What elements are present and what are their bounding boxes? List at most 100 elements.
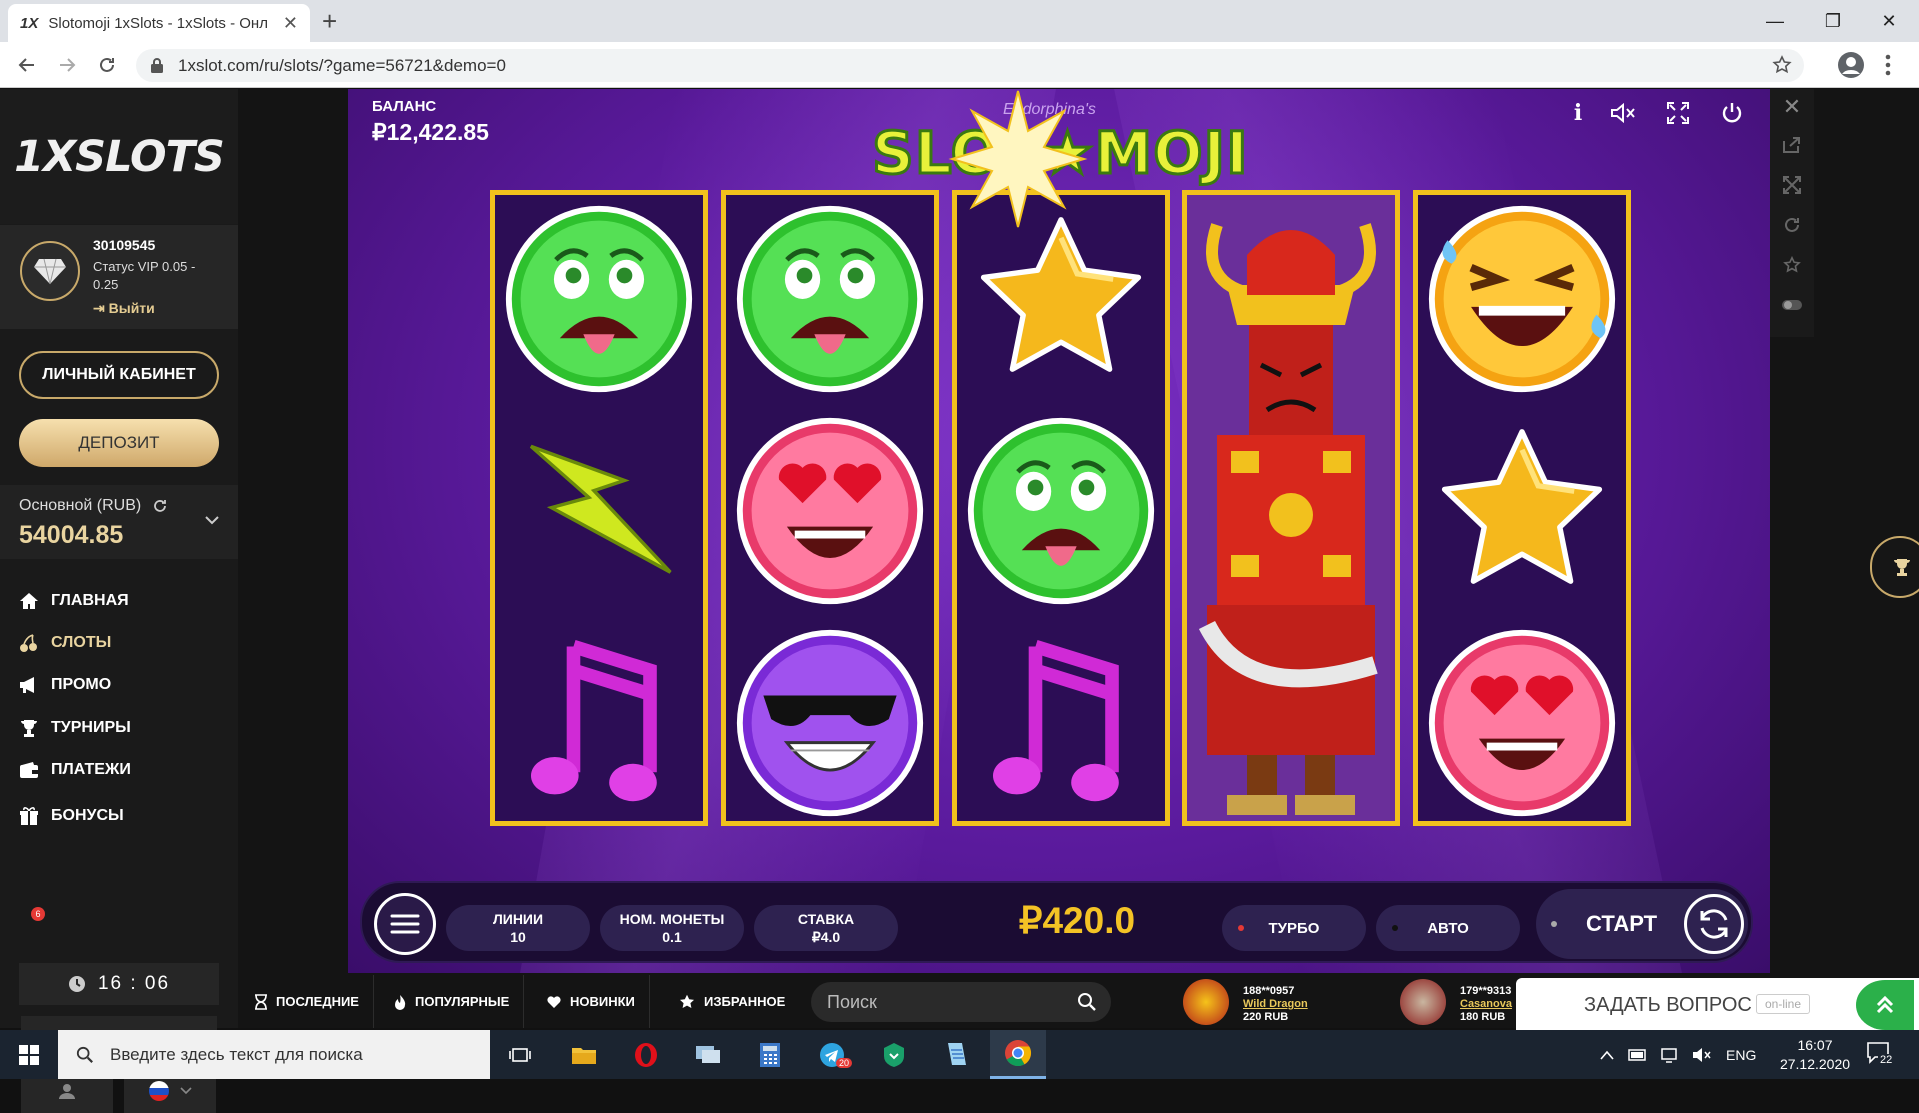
fullscreen-button[interactable] — [1662, 97, 1694, 129]
back-button[interactable] — [12, 50, 42, 80]
tournament-tab[interactable] — [1870, 536, 1919, 598]
telegram-app[interactable]: 20 — [804, 1030, 860, 1079]
system-tray: ENG — [1600, 1030, 1756, 1079]
nav-slots[interactable]: СЛОТЫ — [19, 631, 111, 655]
close-game-button[interactable]: ✕ — [1770, 89, 1814, 125]
taskbar-clock[interactable]: 16:07 27.12.2020 — [1775, 1036, 1855, 1074]
user-panel: 30109545 Статус VIP 0.05 - 0.25 ⇥ Выйти — [0, 225, 238, 329]
nav-home[interactable]: ГЛАВНАЯ — [19, 589, 129, 613]
close-window-button[interactable]: ✕ — [1866, 6, 1912, 36]
green-app[interactable] — [866, 1030, 922, 1079]
vip-status: Статус VIP 0.05 - 0.25 — [93, 259, 196, 292]
battery-icon[interactable] — [1628, 1048, 1648, 1061]
taskbar-search[interactable]: Введите здесь текст для поиска — [58, 1030, 490, 1079]
game-search[interactable] — [811, 982, 1111, 1022]
browser-tab[interactable]: 1X Slotomoji 1xSlots - 1xSlots - Онл ✕ — [8, 4, 310, 42]
address-bar[interactable]: 1xslot.com/ru/slots/?game=56721&demo=0 — [136, 49, 1804, 82]
restore-window-button[interactable]: ❐ — [1810, 6, 1856, 36]
recent-winner[interactable]: 188**0957 Wild Dragon 220 RUB — [1183, 979, 1353, 1025]
auto-toggle[interactable]: АВТО — [1376, 905, 1520, 951]
ask-question-label: ЗАДАТЬ ВОПРОС — [1584, 994, 1752, 1016]
tab-favorites[interactable]: ИЗБРАННОЕ — [662, 975, 799, 1028]
nav-bonuses[interactable]: БОНУСЫ — [19, 804, 124, 828]
browser-menu-icon[interactable] — [1885, 54, 1891, 76]
recent-winner[interactable]: 179**9313 Casanova 180 RUB — [1400, 979, 1520, 1025]
task-view-button[interactable] — [492, 1030, 548, 1079]
trophy-icon — [21, 720, 37, 737]
slot-game-canvas[interactable]: БАЛАНС ₽12,422.85 Endorphina's SLOT★MOJI… — [348, 89, 1770, 973]
telegram-badge: 20 — [836, 1058, 853, 1068]
info-icon: i — [1573, 100, 1583, 126]
close-tab-icon[interactable]: ✕ — [283, 13, 298, 34]
account-balance: 54004.85 — [19, 521, 124, 549]
new-tab-button[interactable]: + — [322, 8, 337, 34]
clock-icon — [68, 976, 85, 992]
shield-app-icon — [884, 1042, 904, 1067]
windows-start-button[interactable] — [0, 1030, 58, 1079]
calculator-app[interactable] — [742, 1030, 798, 1079]
music-note-icon — [957, 619, 1165, 821]
start-spin-button[interactable]: СТАРТ — [1536, 889, 1748, 959]
tab-title: Slotomoji 1xSlots - 1xSlots - Онл — [48, 14, 268, 32]
ask-question-widget[interactable]: ЗАДАТЬ ВОПРОС on-line — [1516, 978, 1919, 1032]
reel-2 — [721, 190, 939, 826]
minimize-window-button[interactable]: — — [1752, 6, 1798, 36]
lightning-icon — [495, 407, 703, 615]
search-icon[interactable] — [1077, 992, 1097, 1012]
casanova-thumbnail — [1400, 979, 1446, 1025]
tab-recent[interactable]: ПОСЛЕДНИЕ — [238, 975, 374, 1028]
opera-app[interactable] — [618, 1030, 674, 1079]
stake-selector[interactable]: СТАВКА ₽4.0 — [754, 905, 898, 951]
star-outline-icon — [1783, 256, 1801, 273]
info-button[interactable]: i — [1562, 97, 1594, 129]
personal-cabinet-button[interactable]: ЛИЧНЫЙ КАБИНЕТ — [19, 351, 219, 399]
site-clock: 16 : 06 — [19, 963, 219, 1005]
folder-icon — [572, 1047, 596, 1064]
logout-link[interactable]: ⇥ Выйти — [93, 300, 155, 317]
chevron-down-icon[interactable] — [204, 515, 220, 525]
volume-muted-icon[interactable] — [1692, 1047, 1712, 1063]
reload-button[interactable] — [92, 50, 122, 80]
browser-toolbar: 1xslot.com/ru/slots/?game=56721&demo=0 — [0, 42, 1919, 88]
deposit-button[interactable]: ДЕПОЗИТ — [19, 419, 219, 467]
favorite-game-button[interactable] — [1770, 247, 1814, 283]
network-icon[interactable] — [1660, 1047, 1680, 1063]
reload-game-button[interactable] — [1770, 207, 1814, 243]
open-new-window-button[interactable] — [1770, 127, 1814, 163]
light-mode-toggle[interactable] — [1770, 287, 1814, 323]
turbo-toggle[interactable]: ТУРБО — [1222, 905, 1366, 951]
action-center-button[interactable]: 22 — [1866, 1040, 1895, 1066]
taskbar-search-placeholder: Введите здесь текст для поиска — [110, 1044, 363, 1064]
account-balance-box[interactable]: Основной (RUB) 54004.85 — [0, 485, 238, 559]
expand-game-button[interactable] — [1770, 167, 1814, 203]
input-language[interactable]: ENG — [1726, 1047, 1756, 1063]
open-chat-button[interactable] — [1856, 980, 1914, 1030]
refresh-balance-icon[interactable] — [152, 498, 168, 514]
exit-game-button[interactable] — [1716, 97, 1748, 129]
mute-button[interactable] — [1607, 97, 1639, 129]
lines-selector[interactable]: ЛИНИИ 10 — [446, 905, 590, 951]
coin-value-selector[interactable]: НОМ. МОНЕТЫ 0.1 — [600, 905, 744, 951]
chevron-up-icon[interactable] — [1600, 1050, 1614, 1060]
game-menu-button[interactable] — [374, 893, 436, 955]
forward-button[interactable] — [52, 50, 82, 80]
windows-logo-icon — [19, 1044, 39, 1065]
site-sidebar: 1XSLOTS 30109545 Статус VIP 0.05 - 0.25 … — [0, 89, 238, 1113]
file-explorer-app[interactable] — [556, 1030, 612, 1079]
vip-diamond-avatar[interactable] — [20, 241, 80, 301]
starburst-icon — [948, 90, 1088, 228]
network-app[interactable] — [680, 1030, 736, 1079]
profile-avatar-icon[interactable] — [1837, 51, 1865, 79]
search-input[interactable] — [827, 982, 1067, 1022]
nav-promo[interactable]: ПРОМО — [19, 673, 111, 697]
arrow-right-icon — [60, 58, 76, 72]
tab-popular[interactable]: ПОПУЛЯРНЫЕ — [377, 975, 525, 1028]
nav-tournaments[interactable]: ТУРНИРЫ — [19, 716, 131, 740]
tab-new[interactable]: НОВИНКИ — [530, 975, 650, 1028]
chrome-app[interactable] — [990, 1030, 1046, 1079]
notepad-app[interactable] — [928, 1030, 984, 1079]
online-status: on-line — [1756, 994, 1811, 1014]
site-logo[interactable]: 1XSLOTS — [0, 89, 238, 224]
nav-payments[interactable]: ПЛАТЕЖИ — [19, 758, 131, 782]
diamond-icon — [34, 258, 66, 285]
